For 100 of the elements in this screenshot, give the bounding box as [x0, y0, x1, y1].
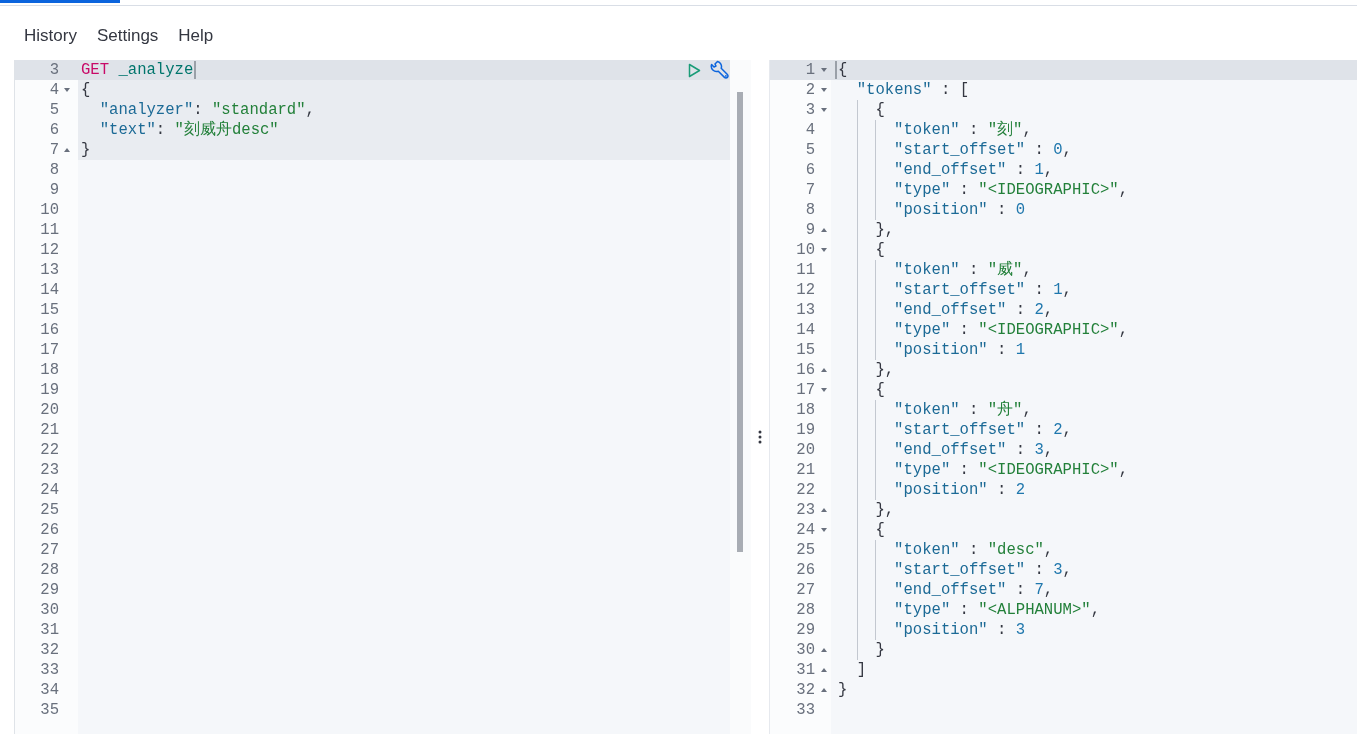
menu-link[interactable]: History: [24, 26, 77, 46]
code-text: }: [81, 140, 91, 160]
line-number: 33: [796, 700, 815, 720]
line-number: 7: [49, 140, 59, 160]
fold-caret-icon[interactable]: [821, 108, 827, 112]
line-number: 7: [805, 180, 815, 200]
drag-handle-icon[interactable]: [758, 430, 762, 444]
fold-caret-icon[interactable]: [64, 148, 70, 152]
line-number: 31: [40, 620, 59, 640]
fold-caret-icon[interactable]: [821, 88, 827, 92]
fold-caret-icon[interactable]: [821, 508, 827, 512]
line-number: 28: [40, 560, 59, 580]
code-text: "position" : 1: [894, 340, 1026, 360]
line-number: 15: [40, 300, 59, 320]
line-number: 25: [796, 540, 815, 560]
line-number: 35: [40, 700, 59, 720]
line-number: 3: [805, 100, 815, 120]
line-number: 21: [796, 460, 815, 480]
line-number: 19: [796, 420, 815, 440]
line-number: 12: [40, 240, 59, 260]
line-number: 14: [796, 320, 815, 340]
line-number: 13: [796, 300, 815, 320]
line-number: 8: [49, 160, 59, 180]
code-text: "end_offset" : 1,: [894, 160, 1054, 180]
code-text: "start_offset" : 2,: [894, 420, 1072, 440]
play-icon[interactable]: [688, 62, 701, 78]
line-number: 16: [40, 320, 59, 340]
line-number: 11: [796, 260, 815, 280]
code-text: "token" : "desc",: [894, 540, 1054, 560]
fold-caret-icon[interactable]: [821, 388, 827, 392]
line-number: 26: [796, 560, 815, 580]
wrench-icon[interactable]: [710, 60, 730, 80]
code-text: "analyzer": "standard",: [99, 100, 315, 120]
line-number: 10: [796, 240, 815, 260]
fold-caret-icon[interactable]: [821, 368, 827, 372]
line-number: 5: [49, 100, 59, 120]
line-number: 21: [40, 420, 59, 440]
code-text: {: [838, 60, 848, 80]
code-text: "token" : "刻",: [894, 120, 1032, 140]
line-number: 17: [796, 380, 815, 400]
line-number: 8: [805, 200, 815, 220]
line-number: 33: [40, 660, 59, 680]
code-text: "start_offset" : 3,: [894, 560, 1072, 580]
fold-caret-icon[interactable]: [821, 68, 827, 72]
line-number: 14: [40, 280, 59, 300]
code-text: },: [875, 360, 895, 380]
code-text: },: [875, 500, 895, 520]
code-text: "type" : "<IDEOGRAPHIC>",: [894, 320, 1129, 340]
line-number: 9: [805, 220, 815, 240]
code-text: GET _analyze: [81, 60, 194, 80]
line-number: 31: [796, 660, 815, 680]
code-text: {: [875, 380, 885, 400]
line-number: 2: [805, 80, 815, 100]
line-number: 6: [49, 120, 59, 140]
line-number: 29: [40, 580, 59, 600]
line-number: 12: [796, 280, 815, 300]
line-number: 15: [796, 340, 815, 360]
line-number: 4: [805, 120, 815, 140]
fold-caret-icon[interactable]: [821, 648, 827, 652]
code-text: ]: [856, 660, 867, 680]
line-number: 19: [40, 380, 59, 400]
line-number: 24: [796, 520, 815, 540]
fold-caret-icon[interactable]: [821, 228, 827, 232]
menu-link[interactable]: Settings: [96, 26, 159, 46]
code-text: {: [875, 100, 885, 120]
line-number: 10: [40, 200, 59, 220]
code-text: "token" : "威",: [894, 260, 1032, 280]
line-number: 23: [796, 500, 815, 520]
line-number: 22: [40, 440, 59, 460]
code-text: "position" : 2: [894, 480, 1026, 500]
code-text: "end_offset" : 3,: [894, 440, 1054, 460]
fold-caret-icon[interactable]: [821, 248, 827, 252]
code-text: }: [838, 680, 848, 700]
line-number: 23: [40, 460, 59, 480]
menu-link[interactable]: Help: [178, 26, 214, 46]
scrollbar-thumb[interactable]: [737, 92, 743, 552]
line-number: 20: [796, 440, 815, 460]
line-number: 25: [40, 500, 59, 520]
line-number: 4: [49, 80, 59, 100]
line-number: 20: [40, 400, 59, 420]
line-number: 17: [40, 340, 59, 360]
code-text: "start_offset" : 0,: [894, 140, 1072, 160]
fold-caret-icon[interactable]: [64, 88, 70, 92]
code-text: "type" : "<IDEOGRAPHIC>",: [894, 180, 1129, 200]
fold-caret-icon[interactable]: [821, 528, 827, 532]
fold-caret-icon[interactable]: [821, 668, 827, 672]
line-number: 9: [49, 180, 59, 200]
code-text: "token" : "舟",: [894, 400, 1032, 420]
line-number: 30: [796, 640, 815, 660]
code-text: "end_offset" : 7,: [894, 580, 1054, 600]
line-number: 29: [796, 620, 815, 640]
fold-caret-icon[interactable]: [821, 688, 827, 692]
line-number: 34: [40, 680, 59, 700]
code-text: {: [875, 240, 885, 260]
code-text: "text": "刻威舟desc": [99, 120, 279, 140]
line-number: 11: [40, 220, 59, 240]
code-text: "position" : 0: [894, 200, 1026, 220]
line-number: 27: [796, 580, 815, 600]
code-text: "type" : "<ALPHANUM>",: [894, 600, 1100, 620]
line-number: 5: [805, 140, 815, 160]
